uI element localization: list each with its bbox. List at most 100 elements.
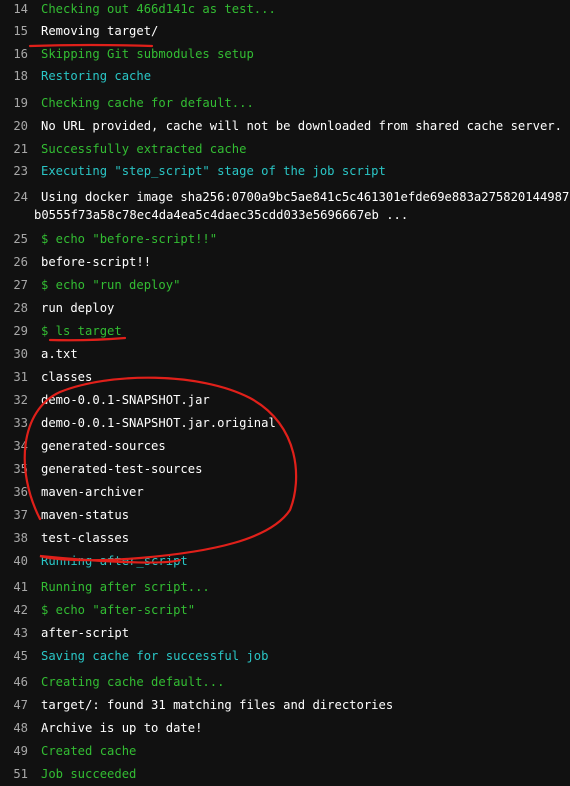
log-line: 37 maven-status — [0, 506, 570, 524]
log-line: 19 Checking cache for default... — [0, 94, 570, 112]
log-line: 47 target/: found 31 matching files and d… — [0, 696, 570, 714]
log-line: 16 Skipping Git submodules setup — [0, 45, 570, 63]
line-number[interactable]: 20 — [0, 117, 28, 135]
log-line-text: Skipping Git submodules setup — [41, 47, 254, 61]
line-number[interactable]: 23 — [0, 162, 28, 180]
log-line-text: Running after script... — [41, 580, 210, 594]
line-number[interactable]: 31 — [0, 368, 28, 386]
line-number[interactable]: 40 — [0, 552, 28, 570]
line-number[interactable]: 15 — [0, 22, 28, 40]
log-line-text: classes — [41, 370, 93, 384]
log-line: 31 classes — [0, 368, 570, 386]
log-line-text: generated-sources — [41, 439, 166, 453]
log-line-text: demo-0.0.1-SNAPSHOT.jar — [41, 393, 210, 407]
line-number[interactable]: 27 — [0, 276, 28, 294]
line-number[interactable]: 45 — [0, 647, 28, 665]
line-number[interactable]: 32 — [0, 391, 28, 409]
log-line-text: Successfully extracted cache — [41, 142, 247, 156]
line-number[interactable]: 41 — [0, 578, 28, 596]
log-line: 42 $ echo "after-script" — [0, 601, 570, 619]
log-line-text: No URL provided, cache will not be downl… — [41, 119, 570, 133]
line-number[interactable]: 33 — [0, 414, 28, 432]
log-line-text: Archive is up to date! — [41, 721, 203, 735]
log-line: 26 before-script!! — [0, 253, 570, 271]
line-number[interactable]: 21 — [0, 140, 28, 158]
log-line-text: Using docker image sha256:0700a9bc5ae841… — [41, 190, 570, 204]
log-line-text: generated-test-sources — [41, 462, 203, 476]
log-line: 15 Removing target/ — [0, 22, 570, 40]
log-line-text: test-classes — [41, 531, 130, 545]
log-line-text: before-script!! — [41, 255, 152, 269]
log-line: 34 generated-sources — [0, 437, 570, 455]
log-line: 38 test-classes — [0, 529, 570, 547]
log-line: 32 demo-0.0.1-SNAPSHOT.jar — [0, 391, 570, 409]
log-line-text: demo-0.0.1-SNAPSHOT.jar.original — [41, 416, 276, 430]
line-number[interactable]: 51 — [0, 765, 28, 783]
log-line-text: Created cache — [41, 744, 137, 758]
log-line-wrap-continuation: b0555f73a58c78ec4da4ea5c4daec35cdd033e56… — [34, 208, 409, 222]
log-line-text: Executing "step_script" stage of the job… — [41, 164, 386, 178]
log-line: 25 $ echo "before-script!!" — [0, 230, 570, 248]
log-line: 51 Job succeeded — [0, 765, 570, 783]
log-line-text: Job succeeded — [41, 767, 137, 781]
line-number[interactable]: 28 — [0, 299, 28, 317]
log-line-text: maven-status — [41, 508, 130, 522]
log-line: 48 Archive is up to date! — [0, 719, 570, 737]
log-line-text: maven-archiver — [41, 485, 144, 499]
log-line: 40 Running after_script — [0, 552, 570, 570]
log-line: 18 Restoring cache — [0, 67, 570, 85]
log-line-text: after-script — [41, 626, 130, 640]
log-line: 36 maven-archiver — [0, 483, 570, 501]
log-line: 30 a.txt — [0, 345, 570, 363]
line-number[interactable]: 29 — [0, 322, 28, 340]
log-line-text: Saving cache for successful job — [41, 649, 269, 663]
log-line-text: $ echo "before-script!!" — [41, 232, 218, 246]
job-log: 14 Checking out 466d141c as test... 15 Remo… — [0, 0, 570, 786]
log-line: 27 $ echo "run deploy" — [0, 276, 570, 294]
line-number[interactable]: 48 — [0, 719, 28, 737]
line-number[interactable]: 24 — [0, 188, 28, 206]
log-line-text: run deploy — [41, 301, 115, 315]
log-line: 21 Successfully extracted cache — [0, 140, 570, 158]
log-line-text: $ echo "run deploy" — [41, 278, 181, 292]
line-number[interactable]: 34 — [0, 437, 28, 455]
line-number[interactable]: 26 — [0, 253, 28, 271]
log-line: 20 No URL provided, cache will not be dow… — [0, 117, 570, 135]
line-number[interactable]: 14 — [0, 0, 28, 18]
line-number[interactable]: 49 — [0, 742, 28, 760]
log-line: 35 generated-test-sources — [0, 460, 570, 478]
log-line: 46 Creating cache default... — [0, 673, 570, 691]
line-number[interactable]: 16 — [0, 45, 28, 63]
log-line: 29 $ ls target — [0, 322, 570, 340]
log-line: 41 Running after script... — [0, 578, 570, 596]
log-line-text: Checking out 466d141c as test... — [41, 2, 276, 16]
line-number[interactable]: 43 — [0, 624, 28, 642]
log-line-text: a.txt — [41, 347, 78, 361]
line-number[interactable]: 30 — [0, 345, 28, 363]
log-line-text: Creating cache default... — [41, 675, 225, 689]
log-line-text: Checking cache for default... — [41, 96, 254, 110]
line-number[interactable]: 35 — [0, 460, 28, 478]
line-number[interactable]: 46 — [0, 673, 28, 691]
log-line: 49 Created cache — [0, 742, 570, 760]
line-number[interactable]: 47 — [0, 696, 28, 714]
log-line-text: Running after_script — [41, 554, 188, 568]
log-line-text: $ ls target — [41, 324, 122, 338]
log-line: 23 Executing "step_script" stage of the j… — [0, 162, 570, 180]
log-line: 14 Checking out 466d141c as test... — [0, 0, 570, 18]
log-line: 45 Saving cache for successful job — [0, 647, 570, 665]
log-line-text: Restoring cache — [41, 69, 152, 83]
log-line-text: $ echo "after-script" — [41, 603, 196, 617]
log-line: 43 after-script — [0, 624, 570, 642]
log-line: 33 demo-0.0.1-SNAPSHOT.jar.original — [0, 414, 570, 432]
line-number[interactable]: 19 — [0, 94, 28, 112]
log-line-text: target/: found 31 matching files and dir… — [41, 698, 394, 712]
line-number[interactable]: 38 — [0, 529, 28, 547]
line-number[interactable]: 36 — [0, 483, 28, 501]
line-number[interactable]: 25 — [0, 230, 28, 248]
line-number[interactable]: 37 — [0, 506, 28, 524]
line-number[interactable]: 18 — [0, 67, 28, 85]
line-number[interactable]: 42 — [0, 601, 28, 619]
log-line-text: Removing target/ — [41, 24, 159, 38]
log-line: 24 Using docker image sha256:0700a9bc5ae8… — [0, 188, 570, 206]
